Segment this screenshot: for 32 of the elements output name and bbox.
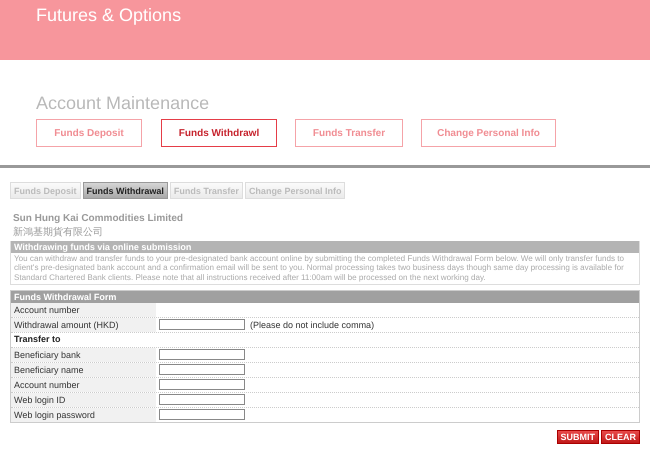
field-label: Account number (11, 302, 156, 317)
input-field[interactable] (159, 349, 245, 360)
nav-button[interactable]: Change Personal Info (421, 119, 556, 147)
section-title: Account Maintenance (36, 93, 210, 115)
tab[interactable]: Funds Deposit (10, 182, 80, 199)
field-label: Withdrawal amount (HKD) (11, 318, 156, 332)
field-label: Beneficiary bank (11, 348, 156, 362)
action-button[interactable]: SUBMIT (556, 430, 599, 444)
company-name: Sun Hung Kai Commodities Limited (13, 213, 184, 224)
info-text: You can withdraw and transfer funds to your pre-designated bank account online by submitting the completed Funds Withdrawal Form below. We will only transfer funds to client's pre-designated bank account and a confirmation email will be sent to you. Normal processing takes two business days though same day processing is available for Standard Chartered Bank clients. Please note that all instructions received after 11:00am will be processed on the next working day. (13, 253, 626, 284)
page-title: Futures & Options (36, 4, 182, 26)
input-field[interactable] (159, 409, 245, 420)
input-field[interactable] (159, 319, 245, 330)
nav-button[interactable]: Funds Deposit (36, 119, 142, 147)
form-heading: Funds Withdrawal Form (11, 290, 639, 303)
field-note: (Please do not include comma) (250, 320, 374, 330)
nav-button[interactable]: Funds Withdrawl (161, 119, 277, 147)
field-label: Account number (11, 378, 156, 392)
info-heading: Withdrawing funds via online submission (11, 241, 639, 253)
field-label: Beneficiary name (11, 362, 156, 377)
tab[interactable]: Funds Withdrawal (82, 182, 168, 199)
company-name-chinese: 新鴻基期貨有限公司 (13, 226, 104, 239)
section-label: Transfer to (13, 332, 62, 346)
nav-button[interactable]: Funds Transfer (295, 119, 403, 147)
tab[interactable]: Change Personal Info (244, 182, 346, 199)
input-field[interactable] (159, 364, 245, 376)
field-label: Web login password (11, 408, 156, 422)
action-button[interactable]: CLEAR (601, 430, 640, 444)
input-field[interactable] (159, 394, 245, 406)
tab[interactable]: Funds Transfer (170, 182, 243, 199)
input-field[interactable] (159, 379, 245, 390)
field-label: Web login ID (11, 392, 156, 407)
